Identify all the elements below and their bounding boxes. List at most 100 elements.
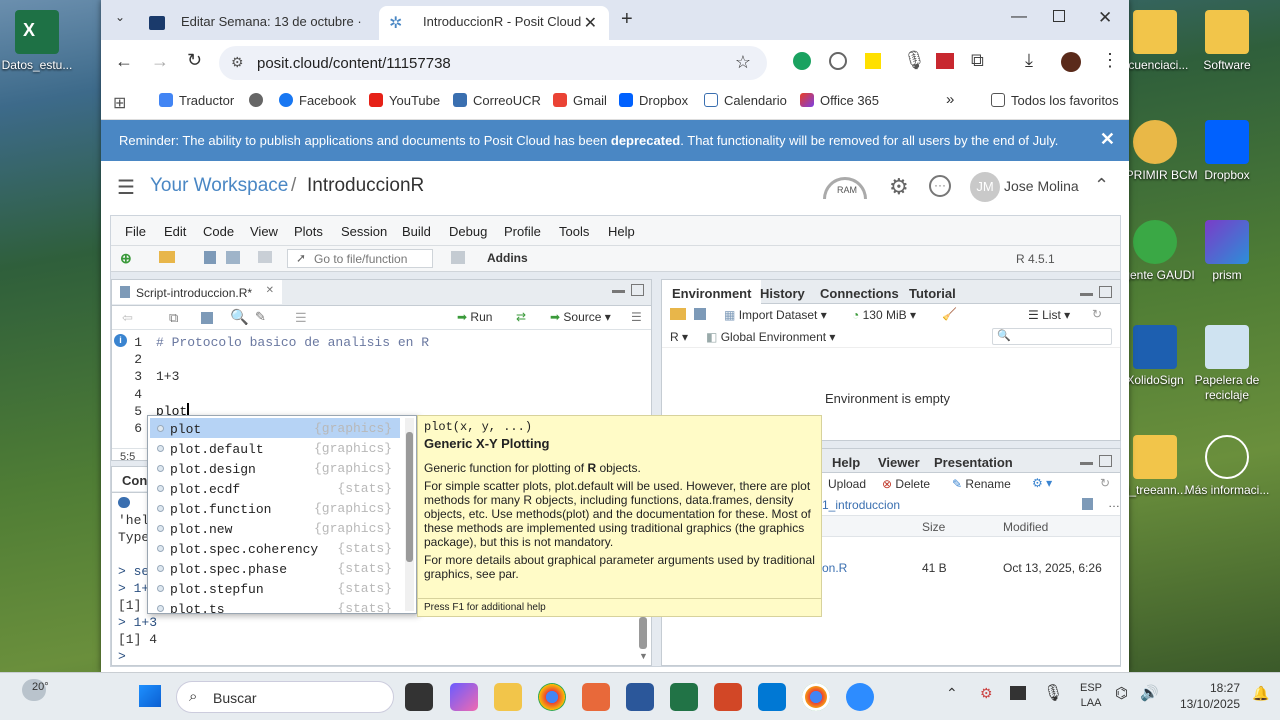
desktop-icon-recycle[interactable]: Papelera de reciclaje xyxy=(1182,325,1272,403)
user-avatar[interactable]: JM xyxy=(970,172,1000,202)
delete-button[interactable]: ⊗ Delete xyxy=(882,477,930,491)
address-bar[interactable]: ⚙ posit.cloud/content/11157738 ☆ xyxy=(219,46,767,80)
save-workspace-icon[interactable] xyxy=(694,308,706,320)
microphone-tray-icon[interactable]: 🎙 xyxy=(1043,683,1063,703)
info-diagnostic-icon[interactable]: i xyxy=(114,334,127,347)
chrome-active-icon[interactable] xyxy=(802,683,830,711)
rerun-icon[interactable]: ⇄ xyxy=(516,310,526,324)
tab-introduccionr[interactable]: ✲ IntroduccionR - Posit Cloud ✕ xyxy=(379,6,609,40)
desktop-icon-dropbox[interactable]: Dropbox xyxy=(1182,120,1272,183)
mendeley-icon[interactable] xyxy=(936,53,954,69)
microphone-icon[interactable]: 🎙 xyxy=(903,50,926,71)
menu-build[interactable]: Build xyxy=(402,224,431,239)
import-dataset-menu[interactable]: ▦ Import Dataset ▾ xyxy=(724,308,827,322)
minimize-pane-icon[interactable] xyxy=(612,290,625,293)
more-gear-icon[interactable]: ⚙ ▾ xyxy=(1032,476,1052,490)
code-tools-wand-icon[interactable]: ✎ xyxy=(255,309,266,325)
autocomplete-item[interactable]: plot.design {graphics} xyxy=(150,458,400,478)
scrollbar-thumb[interactable] xyxy=(406,432,413,562)
source-button[interactable]: ➡ Source ▾ xyxy=(550,310,611,324)
env-search-input[interactable]: 🔍 xyxy=(992,328,1112,345)
bookmark-correoucr[interactable]: CorreoUCR xyxy=(453,93,541,108)
new-tab-button[interactable]: + xyxy=(621,8,633,31)
outline-icon[interactable]: ☰ xyxy=(631,310,642,324)
copilot-icon[interactable] xyxy=(450,683,478,711)
close-banner-button[interactable]: ✕ xyxy=(1100,129,1115,150)
autocomplete-item[interactable]: plot.function {graphics} xyxy=(150,498,400,518)
minimize-pane-icon[interactable] xyxy=(1080,462,1093,465)
back-icon[interactable]: ← xyxy=(115,51,133,72)
bookmark-gmail[interactable]: Gmail xyxy=(553,93,607,108)
upload-button[interactable]: Upload xyxy=(828,477,866,491)
clear-broom-icon[interactable]: 🧹 xyxy=(942,307,957,321)
bookmark-youtube[interactable]: YouTube xyxy=(369,93,440,108)
load-workspace-icon[interactable] xyxy=(670,308,686,320)
menu-edit[interactable]: Edit xyxy=(164,224,186,239)
refresh-icon[interactable]: ↻ xyxy=(1092,307,1102,321)
compile-report-icon[interactable]: ☰ xyxy=(295,310,307,326)
close-editor-tab-icon[interactable]: ✕ xyxy=(266,285,274,296)
r-project-icon[interactable] xyxy=(1082,498,1093,510)
global-environment-dropdown[interactable]: ◧ Global Environment ▾ xyxy=(706,330,835,344)
tab-script-introduccion[interactable]: Script-introduccion.R* ✕ xyxy=(112,280,282,304)
task-view-icon[interactable] xyxy=(405,683,433,711)
menu-code[interactable]: Code xyxy=(203,224,234,239)
menu-file[interactable]: File xyxy=(125,224,146,239)
desktop-icon-mas-info[interactable]: Más informaci... xyxy=(1182,435,1272,498)
autocomplete-item[interactable]: plot.ecdf {stats} xyxy=(150,478,400,498)
tab-editar-semana[interactable]: Editar Semana: 13 de octubre · xyxy=(137,6,377,40)
bookmark-office365[interactable]: Office 365 xyxy=(800,93,879,108)
word-icon[interactable] xyxy=(626,683,654,711)
tab-tutorial[interactable]: Tutorial xyxy=(899,280,966,304)
powerpoint-icon[interactable] xyxy=(714,683,742,711)
menu-tools[interactable]: Tools xyxy=(559,224,589,239)
desktop-icon-software[interactable]: Software xyxy=(1182,10,1272,73)
site-settings-icon[interactable]: ⚙ xyxy=(231,54,244,71)
autocomplete-item[interactable]: plot.spec.phase {stats} xyxy=(150,558,400,578)
autocomplete-item[interactable]: plot {graphics} xyxy=(150,418,400,438)
extensions-puzzle-icon[interactable]: ⧉ xyxy=(971,50,984,71)
profile-avatar[interactable] xyxy=(1061,52,1081,72)
editor-save-icon[interactable] xyxy=(201,312,213,324)
all-favorites-folder[interactable]: Todos los favoritos xyxy=(991,93,1119,108)
save-icon[interactable] xyxy=(204,251,216,264)
more-options-icon[interactable]: ··· xyxy=(929,175,951,197)
list-view-menu[interactable]: ☰ List ▾ xyxy=(1028,308,1070,322)
column-size[interactable]: Size xyxy=(922,520,945,534)
file-name-link[interactable]: on.R xyxy=(822,561,847,575)
language-dropdown[interactable]: R ▾ xyxy=(670,330,688,344)
column-modified[interactable]: Modified xyxy=(1003,520,1048,534)
tab-search-icon[interactable]: ⌄ xyxy=(115,10,125,24)
tab-viewer[interactable]: Viewer xyxy=(868,449,930,473)
maximize-icon[interactable] xyxy=(1053,10,1065,22)
menu-session[interactable]: Session xyxy=(341,224,387,239)
editor-back-icon[interactable]: ⇦ xyxy=(122,310,133,326)
more-path-icon[interactable]: … xyxy=(1108,496,1120,510)
goto-file-input[interactable]: ➚ Go to file/function xyxy=(287,249,433,268)
close-tab-icon[interactable]: ✕ xyxy=(584,13,597,33)
windows-start-icon[interactable] xyxy=(139,685,161,707)
addins-menu[interactable]: Addins xyxy=(487,251,528,265)
zoom-icon[interactable] xyxy=(846,683,874,711)
menu-debug[interactable]: Debug xyxy=(449,224,487,239)
breadcrumb-workspace-link[interactable]: Your Workspace xyxy=(150,175,288,197)
volume-icon[interactable]: 🔊 xyxy=(1140,684,1159,702)
download-icon[interactable]: ⤓ xyxy=(1025,50,1033,71)
bookmark-star-icon[interactable]: ☆ xyxy=(735,52,751,73)
bookmark-calendario[interactable]: Calendario xyxy=(704,93,787,108)
tab-history[interactable]: History xyxy=(750,280,815,304)
path-breadcrumb[interactable]: 1_introduccion xyxy=(822,498,900,512)
dropbox-tray-icon[interactable] xyxy=(1010,686,1026,700)
tab-help[interactable]: Help xyxy=(822,449,870,473)
more-bookmarks-button[interactable]: » xyxy=(946,91,954,108)
desktop-icon-prism[interactable]: prism xyxy=(1182,220,1272,283)
chrome-icon[interactable] xyxy=(538,683,566,711)
hamburger-menu-icon[interactable]: ☰ xyxy=(117,175,135,200)
reload-icon[interactable]: ↻ xyxy=(187,50,202,71)
taskbar-search-input[interactable]: ⌕ Buscar xyxy=(176,681,394,713)
open-file-icon[interactable] xyxy=(159,251,175,263)
save-all-icon[interactable] xyxy=(226,251,240,264)
new-file-icon[interactable]: ⊕ xyxy=(120,250,132,267)
bookmark-traductor[interactable]: Traductor xyxy=(159,93,234,108)
autocomplete-item[interactable]: plot.default {graphics} xyxy=(150,438,400,458)
